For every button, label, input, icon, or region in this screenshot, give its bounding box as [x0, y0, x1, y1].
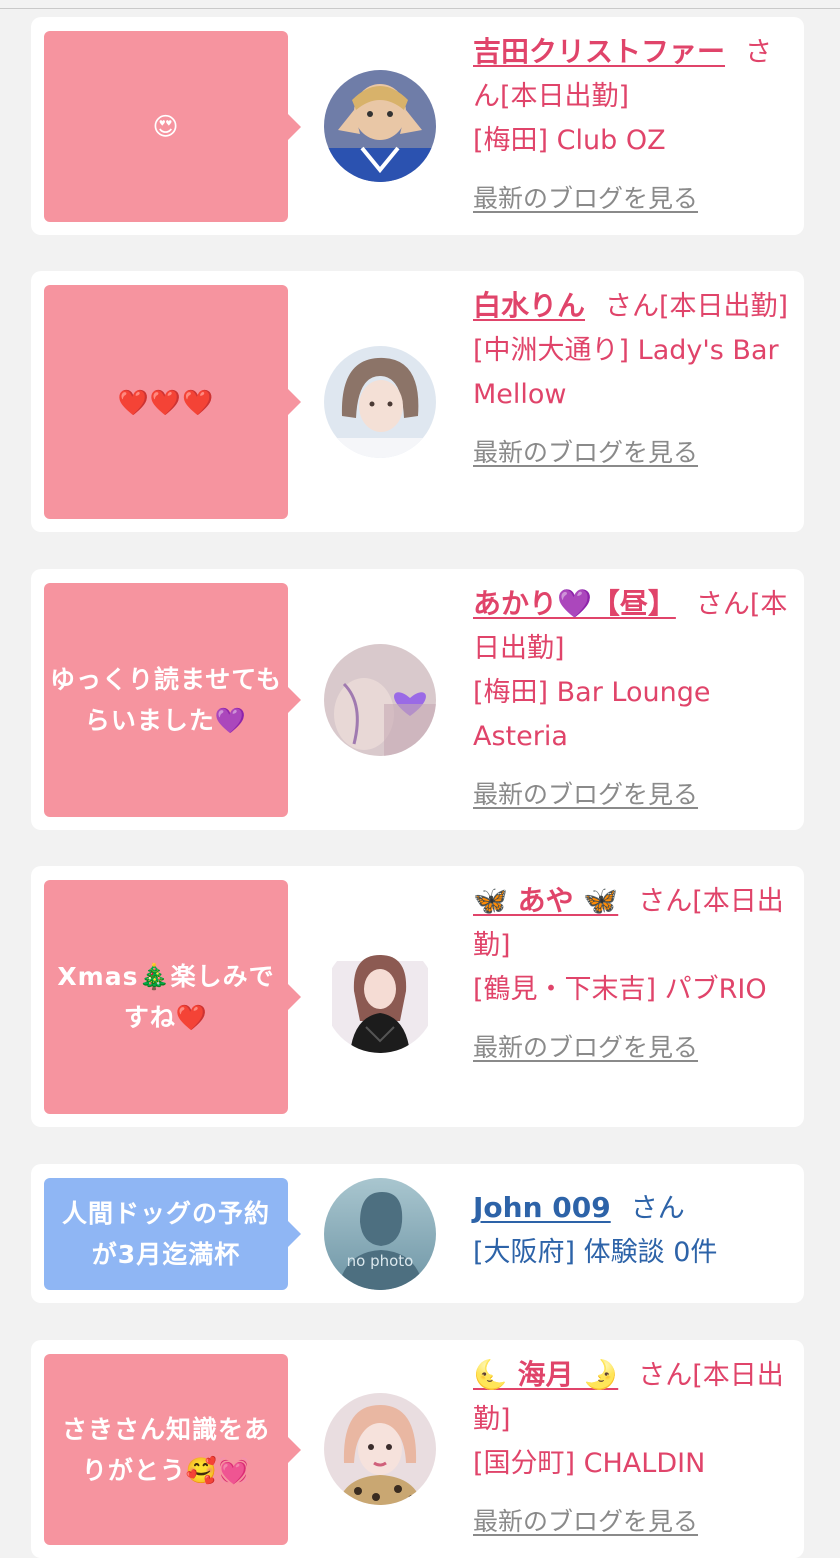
avatar[interactable] [324, 346, 436, 458]
message-card: Xmas🎄楽しみですね❤️ 🦋 あや 🦋 さん[本日出勤] [鶴見・下末吉] パブ… [31, 866, 804, 1127]
comment-text: ❤️❤️❤️ [117, 387, 215, 417]
member-status: さん[本日出勤] [605, 291, 789, 322]
message-card: さきさん知識をありがとう🥰💓 🌜 海月 🌛 さん[本日出勤] [国分町] CHAL… [31, 1340, 804, 1558]
latest-blog-link[interactable]: 最新のブログを見る [473, 177, 793, 221]
avatar[interactable] [324, 1393, 436, 1505]
avatar[interactable] [324, 941, 436, 1053]
comment-bubble: さきさん知識をありがとう🥰💓 [44, 1354, 301, 1545]
member-name-link[interactable]: あかり💜【昼】 [473, 587, 676, 620]
comment-text: ゆっくり読ませてもらいました💜 [50, 665, 283, 735]
comment-text: さきさん知識をありがとう🥰💓 [61, 1414, 270, 1485]
no-photo-avatar-icon: no photo [324, 1178, 436, 1290]
avatar[interactable] [324, 70, 436, 182]
area-shop: [鶴見・下末吉] パブRIO [473, 974, 767, 1005]
message-card: ゆっくり読ませてもらいました💜 あかり💜【昼】 さん[本日出勤] [梅田] Bar… [31, 569, 804, 830]
member-info: あかり💜【昼】 さん[本日出勤] [梅田] Bar Lounge Asteria … [473, 582, 793, 817]
comment-bubble: ❤️❤️❤️ [44, 285, 301, 519]
comment-text: 人間ドッグの予約が3月迄満杯 [61, 1199, 270, 1269]
avatar-photo [324, 644, 436, 756]
member-name-link[interactable]: 吉田クリストファー [473, 35, 725, 68]
message-card: 😍 吉田クリストファー さん[本日出勤] [梅田] Club OZ 最新のブログを… [31, 17, 804, 235]
latest-blog-link[interactable]: 最新のブログを見る [473, 1500, 793, 1544]
area-shop: [国分町] CHALDIN [473, 1448, 706, 1479]
comment-bubble: ゆっくり読ませてもらいました💜 [44, 583, 301, 817]
avatar-photo [324, 1393, 436, 1505]
area-review-count: [大阪府] 体験談 0件 [473, 1237, 718, 1268]
avatar[interactable] [324, 644, 436, 756]
member-info: John 009 さん [大阪府] 体験談 0件 [473, 1186, 793, 1275]
member-status: さん [630, 1193, 685, 1224]
member-name-link[interactable]: 🌜 海月 🌛 [473, 1358, 618, 1391]
member-name-link[interactable]: 🦋 あや 🦋 [473, 884, 618, 917]
latest-blog-link[interactable]: 最新のブログを見る [473, 431, 793, 475]
comment-text: 😍 [152, 112, 180, 141]
area-shop: [梅田] Club OZ [473, 125, 666, 156]
comment-bubble: Xmas🎄楽しみですね❤️ [44, 880, 301, 1114]
comment-bubble: 人間ドッグの予約が3月迄満杯 [44, 1178, 301, 1290]
message-card: ❤️❤️❤️ 白水りん さん[本日出勤] [中洲大通り] Lady's Bar M… [31, 271, 804, 532]
member-info: 白水りん さん[本日出勤] [中洲大通り] Lady's Bar Mellow 最… [473, 284, 793, 475]
comment-bubble: 😍 [44, 31, 301, 222]
latest-blog-link[interactable]: 最新のブログを見る [473, 1026, 793, 1070]
area-shop: [梅田] Bar Lounge Asteria [473, 677, 711, 752]
member-name-link[interactable]: John 009 [473, 1191, 611, 1224]
avatar-photo [324, 346, 436, 458]
message-card: 人間ドッグの予約が3月迄満杯 no photo John 009 さん [大阪府]… [31, 1164, 804, 1303]
avatar[interactable]: no photo [324, 1178, 436, 1290]
member-info: 吉田クリストファー さん[本日出勤] [梅田] Club OZ 最新のブログを見る [473, 30, 793, 221]
area-shop: [中洲大通り] Lady's Bar Mellow [473, 335, 779, 410]
avatar-photo [324, 70, 436, 182]
comment-text: Xmas🎄楽しみですね❤️ [57, 962, 275, 1032]
latest-blog-link[interactable]: 最新のブログを見る [473, 773, 793, 817]
member-info: 🌜 海月 🌛 さん[本日出勤] [国分町] CHALDIN 最新のブログを見る [473, 1353, 793, 1544]
member-info: 🦋 あや 🦋 さん[本日出勤] [鶴見・下末吉] パブRIO 最新のブログを見る [473, 879, 793, 1070]
avatar-photo [324, 941, 436, 1053]
svg-text:no photo: no photo [347, 1252, 414, 1270]
top-divider [0, 8, 840, 9]
member-name-link[interactable]: 白水りん [473, 289, 585, 322]
